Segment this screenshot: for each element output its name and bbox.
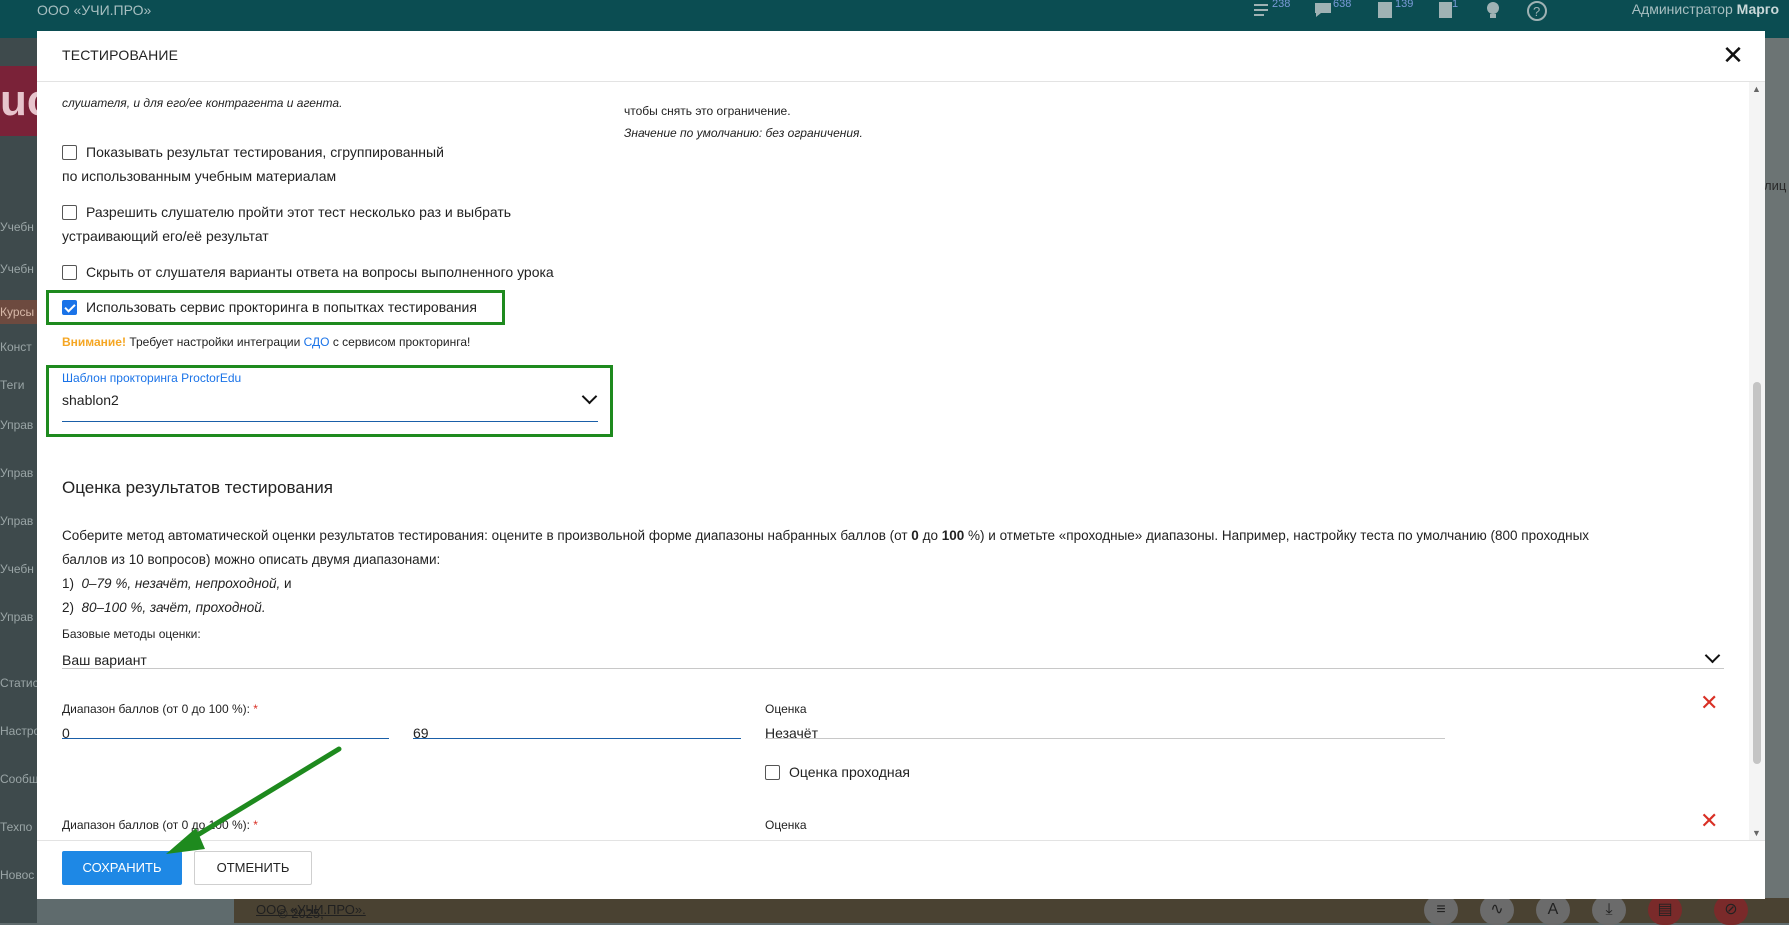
annotation-arrow (166, 746, 342, 854)
